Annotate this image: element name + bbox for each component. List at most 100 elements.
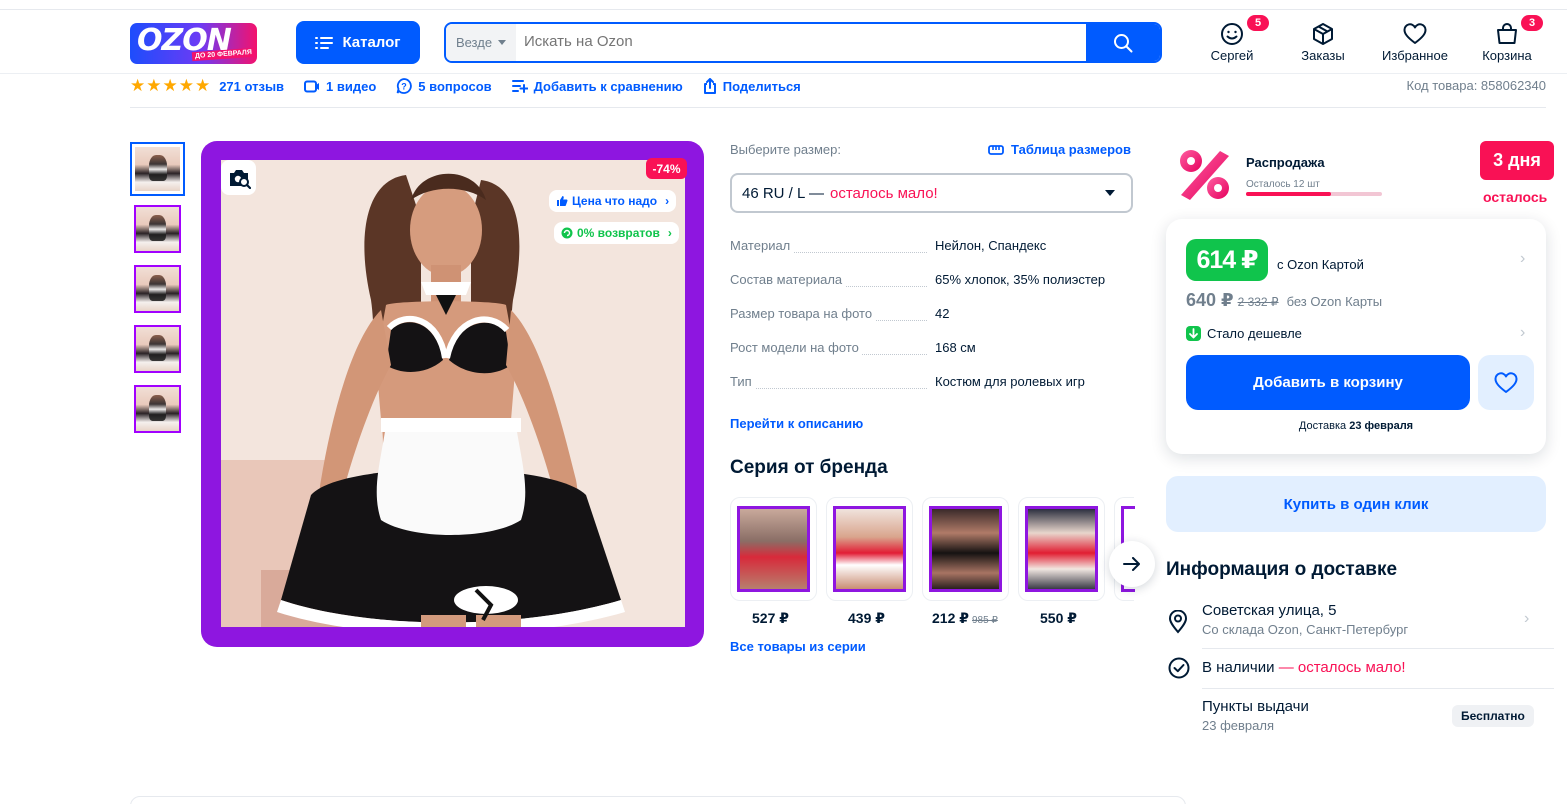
stock-label: В наличии bbox=[1202, 659, 1275, 676]
size-select-value: 46 RU / L — bbox=[742, 184, 824, 202]
gallery-thumbnail[interactable] bbox=[134, 385, 181, 433]
question-icon: ? bbox=[396, 78, 413, 94]
questions-link[interactable]: ? 5 вопросов bbox=[396, 78, 492, 94]
ozon-logo[interactable]: OZON ДО 20 ФЕВРАЛЯ bbox=[130, 23, 257, 64]
pickup-label: Пункты выдачи bbox=[1202, 698, 1309, 715]
ruler-icon bbox=[988, 144, 1004, 155]
delivery-date: Доставка 23 февраля bbox=[1166, 420, 1546, 432]
search-bar: Везде bbox=[444, 22, 1162, 63]
chevron-right-icon[interactable]: › bbox=[1520, 324, 1525, 342]
rating-stars[interactable]: ★★★★★ bbox=[130, 76, 211, 96]
catalog-button[interactable]: Каталог bbox=[296, 21, 420, 64]
spec-key: Тип bbox=[730, 374, 755, 389]
free-badge: Бесплатно bbox=[1452, 705, 1534, 727]
box-icon bbox=[1313, 23, 1333, 45]
search-icon bbox=[1114, 33, 1133, 52]
spec-value: 65% хлопок, 35% полиэстер bbox=[935, 272, 1106, 287]
spec-value: 42 bbox=[935, 306, 950, 321]
product-meta-row: ★★★★★ 271 отзыв 1 видео ? 5 вопросов Доб… bbox=[130, 76, 821, 96]
sale-days-badge: 3 дня bbox=[1480, 141, 1554, 180]
header-cart[interactable]: Корзина 3 bbox=[1467, 15, 1547, 68]
card-price: 614 ₽ bbox=[1186, 239, 1268, 281]
series-item[interactable] bbox=[826, 497, 913, 601]
price-drop-row[interactable]: Стало дешевле bbox=[1186, 326, 1302, 341]
spec-key: Состав материала bbox=[730, 272, 846, 287]
add-to-cart-button[interactable]: Добавить в корзину bbox=[1186, 355, 1470, 410]
chevron-right-icon[interactable]: › bbox=[1520, 250, 1525, 268]
spec-key: Материал bbox=[730, 238, 794, 253]
share-link[interactable]: Поделиться bbox=[703, 78, 801, 94]
add-to-favorites-button[interactable] bbox=[1478, 355, 1534, 410]
gallery-thumbnail[interactable] bbox=[134, 205, 181, 253]
camera-search-icon bbox=[229, 169, 251, 189]
heart-icon bbox=[1403, 23, 1427, 44]
series-item[interactable] bbox=[730, 497, 817, 601]
sale-days-label: осталось bbox=[1483, 189, 1548, 205]
check-circle-icon bbox=[1168, 657, 1190, 679]
search-button[interactable] bbox=[1086, 24, 1160, 61]
series-next-button[interactable] bbox=[1109, 541, 1155, 587]
header-favorites[interactable]: Избранное bbox=[1375, 22, 1455, 68]
gallery-thumbnail[interactable] bbox=[130, 142, 185, 196]
product-code: Код товара: 858062340 bbox=[1406, 78, 1547, 93]
all-series-link[interactable]: Все товары из серии bbox=[730, 639, 866, 654]
menu-list-icon bbox=[315, 36, 334, 49]
compare-link[interactable]: Добавить к сравнению bbox=[511, 79, 683, 94]
video-icon bbox=[304, 80, 320, 92]
spec-row: Тип Костюм для ролевых игр bbox=[730, 374, 1133, 392]
series-item[interactable] bbox=[922, 497, 1009, 601]
chevron-down-icon bbox=[1105, 190, 1115, 196]
meta-divider bbox=[130, 107, 1546, 108]
discount-badge: -74% bbox=[646, 158, 687, 179]
gallery-thumbnail[interactable] bbox=[134, 325, 181, 373]
spec-row: Рост модели на фото 168 см bbox=[730, 340, 1133, 358]
divider bbox=[1202, 648, 1554, 649]
return-icon bbox=[561, 227, 573, 239]
spec-key: Размер товара на фото bbox=[730, 306, 876, 321]
spec-value: Костюм для ролевых игр bbox=[935, 374, 1085, 389]
gallery-thumbnail[interactable] bbox=[134, 265, 181, 313]
price-chip-label: Цена что надо bbox=[572, 194, 658, 208]
spec-row: Состав материала 65% хлопок, 35% полиэсте… bbox=[730, 272, 1133, 290]
card-price-label: с Ozon Картой bbox=[1277, 257, 1364, 272]
series-price: 527 ₽ bbox=[752, 610, 789, 626]
delivery-label: Доставка bbox=[1298, 420, 1347, 432]
price-value: 640 ₽ bbox=[1186, 290, 1234, 310]
video-link[interactable]: 1 видео bbox=[304, 79, 376, 94]
buy-one-click-button[interactable]: Купить в один клик bbox=[1166, 476, 1546, 532]
delivery-warehouse: Со склада Ozon, Санкт-Петербург bbox=[1202, 622, 1409, 637]
search-input[interactable] bbox=[524, 33, 1084, 50]
top-divider bbox=[0, 9, 1567, 10]
reviews-link[interactable]: 271 отзыв bbox=[219, 79, 284, 94]
share-icon bbox=[703, 78, 716, 94]
size-stock-warning: осталось мало! bbox=[829, 184, 938, 202]
header-orders[interactable]: Заказы bbox=[1283, 22, 1363, 68]
smile-icon bbox=[1221, 23, 1243, 45]
cart-icon bbox=[1497, 23, 1517, 44]
search-scope-label: Везде bbox=[455, 35, 493, 50]
cart-label: Корзина bbox=[1482, 48, 1532, 63]
series-item[interactable] bbox=[1018, 497, 1105, 601]
series-price: 439 ₽ bbox=[848, 610, 885, 626]
size-table-link[interactable]: Таблица размеров bbox=[988, 142, 1131, 157]
size-label: Выберите размер: bbox=[730, 142, 841, 157]
search-scope-select[interactable]: Везде bbox=[446, 24, 516, 61]
arrow-down-icon bbox=[1186, 326, 1201, 341]
sale-title: Распродажа bbox=[1246, 155, 1325, 170]
heart-icon bbox=[1494, 371, 1518, 393]
image-search-button[interactable] bbox=[221, 160, 256, 195]
size-table-label: Таблица размеров bbox=[1011, 142, 1131, 157]
header-profile[interactable]: Сергей 5 bbox=[1192, 15, 1272, 68]
percent-icon bbox=[1180, 150, 1229, 200]
returns-chip[interactable]: 0% возвратов › bbox=[554, 222, 679, 244]
price-drop-label: Стало дешевле bbox=[1207, 326, 1302, 341]
spec-value: 168 см bbox=[935, 340, 976, 355]
delivery-address: Советская улица, 5 bbox=[1202, 602, 1337, 619]
delivery-address-row[interactable]: Советская улица, 5 Со склада Ozon, Санкт… bbox=[1166, 602, 1546, 642]
size-select[interactable]: 46 RU / L — осталось мало! bbox=[730, 173, 1133, 213]
svg-text:?: ? bbox=[402, 82, 408, 92]
compare-icon bbox=[511, 80, 528, 93]
to-description-link[interactable]: Перейти к описанию bbox=[730, 416, 863, 431]
price-chip[interactable]: Цена что надо › bbox=[549, 190, 677, 212]
stock-warning: — осталось мало! bbox=[1278, 659, 1406, 676]
